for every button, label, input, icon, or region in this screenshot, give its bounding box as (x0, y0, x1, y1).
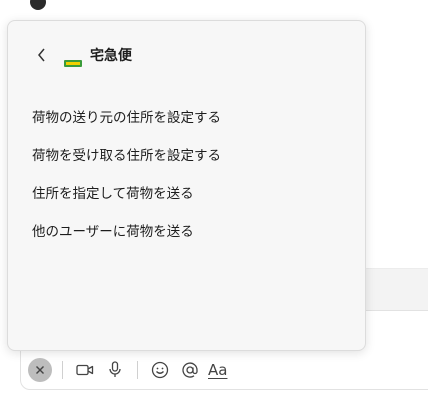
video-camera-icon[interactable] (73, 358, 97, 382)
menu-item-send-to-user[interactable]: 他のユーザーに荷物を送る (8, 213, 365, 251)
action-menu: 荷物の送り元の住所を設定する 荷物を受け取る住所を設定する 住所を指定して荷物を… (8, 99, 365, 251)
popup-title: 宅急便 (90, 48, 132, 64)
text-format-button[interactable]: Aa (208, 361, 227, 379)
chevron-left-icon[interactable] (30, 43, 54, 67)
close-icon[interactable] (28, 358, 52, 382)
at-sign-icon[interactable] (178, 358, 202, 382)
composer-toolbar: Aa (28, 357, 227, 383)
shortcut-popup: 宅急便 荷物の送り元の住所を設定する 荷物を受け取る住所を設定する 住所を指定し… (7, 20, 366, 351)
menu-item-set-receiver-address[interactable]: 荷物を受け取る住所を設定する (8, 137, 365, 175)
avatar (30, 0, 46, 10)
toolbar-divider (62, 361, 63, 379)
smiley-icon[interactable] (148, 358, 172, 382)
yamato-logo-icon (64, 52, 82, 67)
popup-header: 宅急便 (30, 43, 132, 67)
background-message-strip (360, 268, 428, 312)
microphone-icon[interactable] (103, 358, 127, 382)
menu-item-send-to-address[interactable]: 住所を指定して荷物を送る (8, 175, 365, 213)
menu-item-set-sender-address[interactable]: 荷物の送り元の住所を設定する (8, 99, 365, 137)
toolbar-divider (137, 361, 138, 379)
